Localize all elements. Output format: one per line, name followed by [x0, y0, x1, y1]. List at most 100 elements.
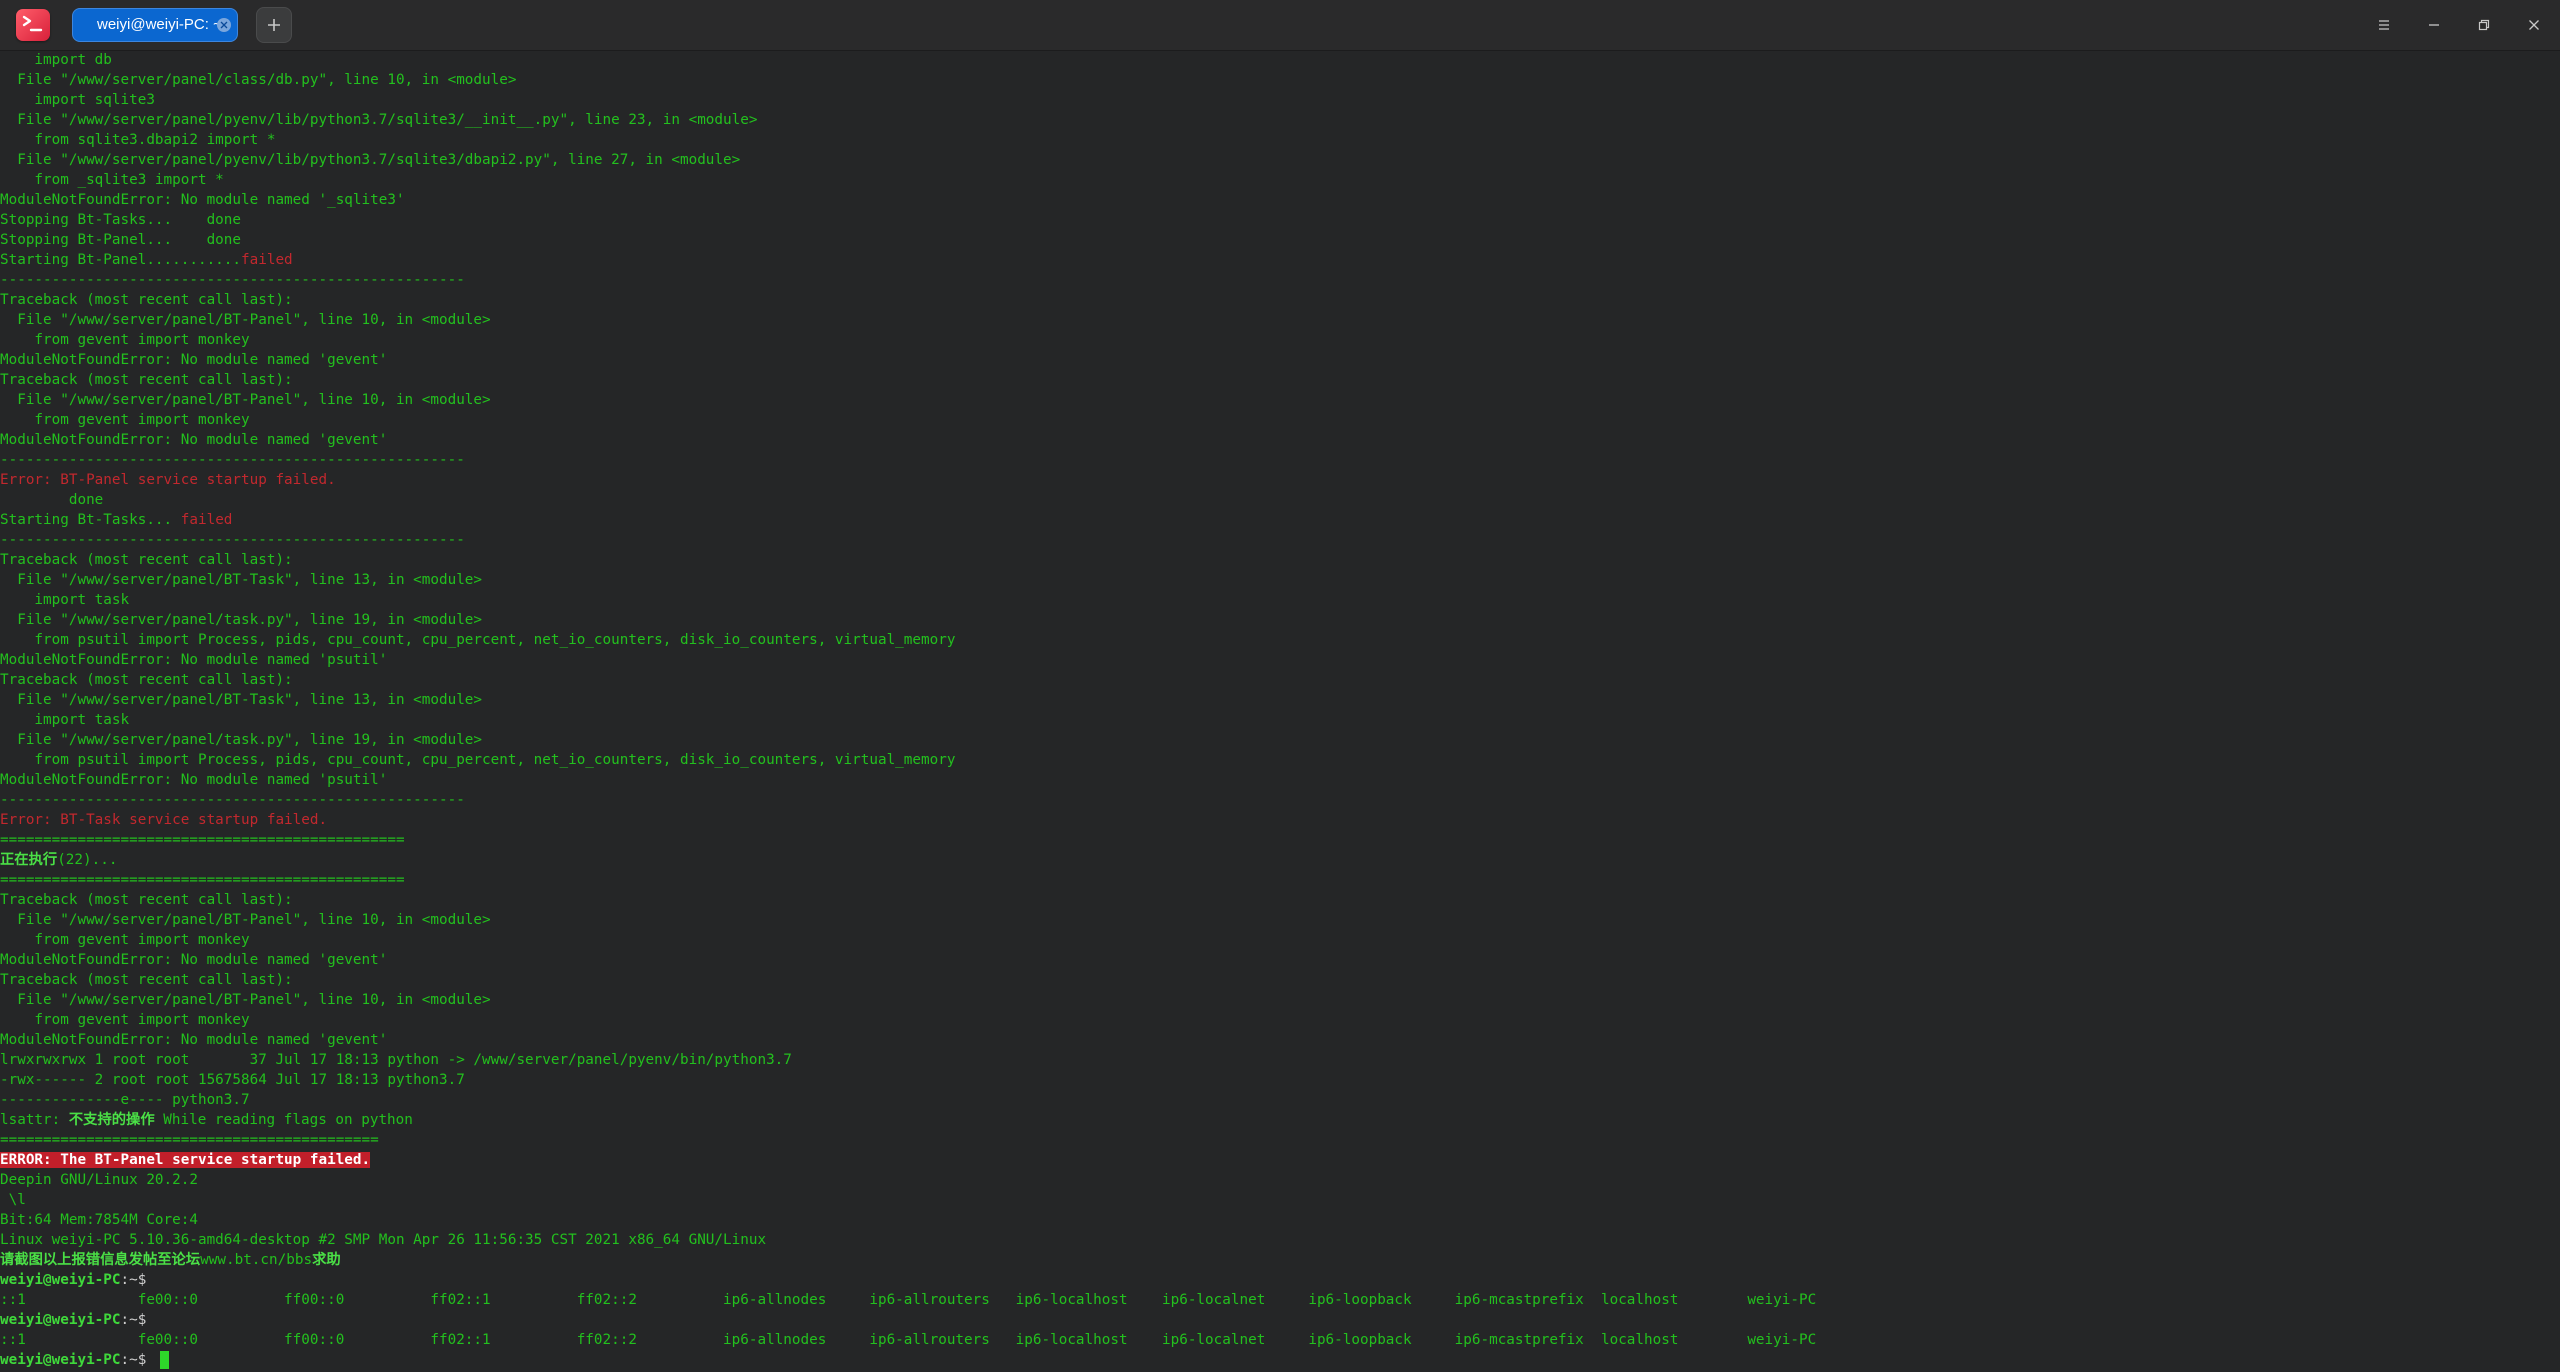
tab-title: weiyi@weiyi-PC: ~ [97, 16, 222, 33]
terminal-text: Stopping Bt-Panel... done [0, 232, 242, 248]
terminal-line: import task [0, 590, 129, 610]
terminal-text: www.bt.cn/bbs [200, 1252, 313, 1268]
terminal-line: ========================================… [0, 870, 405, 890]
terminal-text: File "/www/server/panel/BT-Panel", line … [0, 312, 491, 328]
terminal-line: File "/www/server/panel/BT-Panel", line … [0, 990, 491, 1010]
terminal-line: Bit:64 Mem:7854M Core:4 [0, 1210, 198, 1230]
terminal-text: ModuleNotFoundError: No module named 'ge… [0, 952, 388, 968]
terminal-line: Traceback (most recent call last): [0, 890, 293, 910]
terminal-text: \l [0, 1192, 26, 1208]
terminal-output[interactable]: import db File "/www/server/panel/class/… [0, 50, 2560, 1372]
terminal-line: 请截图以上报错信息发帖至论坛www.bt.cn/bbs求助 [0, 1250, 341, 1270]
terminal-text: failed [241, 252, 293, 268]
terminal-text: :~$ [120, 1352, 155, 1368]
terminal-line: ModuleNotFoundError: No module named 'ps… [0, 770, 387, 790]
terminal-text: File "/www/server/panel/BT-Task", line 1… [0, 572, 483, 588]
terminal-line: ========================================… [0, 1130, 379, 1150]
terminal-line: Starting Bt-Panel...........failed [0, 250, 293, 270]
terminal-line: ::1 fe00::0 ff00::0 ff02::1 ff02::2 ip6-… [0, 1290, 1816, 1310]
terminal-line: Traceback (most recent call last): [0, 670, 293, 690]
terminal-line: lrwxrwxrwx 1 root root 37 Jul 17 18:13 p… [0, 1050, 792, 1070]
terminal-text: Bit:64 Mem:7854M Core:4 [0, 1212, 198, 1228]
terminal-text: File "/www/server/panel/task.py", line 1… [0, 732, 483, 748]
terminal-text: Traceback (most recent call last): [0, 972, 293, 988]
menu-button[interactable] [2369, 10, 2399, 40]
terminal-line: ModuleNotFoundError: No module named 'ps… [0, 650, 387, 670]
terminal-line: from psutil import Process, pids, cpu_co… [0, 630, 955, 650]
terminal-cursor [160, 1351, 169, 1369]
terminal-text: ========================================… [0, 832, 405, 848]
terminal-line: File "/www/server/panel/pyenv/lib/python… [0, 110, 757, 130]
terminal-line: Linux weiyi-PC 5.10.36-amd64-desktop #2 … [0, 1230, 766, 1250]
close-icon[interactable] [217, 18, 231, 32]
terminal-line: ========================================… [0, 830, 405, 850]
terminal-text: File "/www/server/panel/pyenv/lib/python… [0, 112, 758, 128]
terminal-text: import task [0, 592, 130, 608]
tab-terminal-session[interactable]: weiyi@weiyi-PC: ~ [72, 8, 238, 42]
terminal-line: from sqlite3.dbapi2 import * [0, 130, 275, 150]
terminal-logo-icon[interactable] [16, 9, 50, 41]
terminal-line: \l [0, 1190, 26, 1210]
terminal-line: Traceback (most recent call last): [0, 550, 293, 570]
terminal-line: ModuleNotFoundError: No module named 'ge… [0, 430, 387, 450]
minimize-button[interactable] [2419, 10, 2449, 40]
terminal-line: Error: BT-Panel service startup failed. [0, 470, 336, 490]
terminal-text: -rwx------ 2 root root 15675864 Jul 17 1… [0, 1072, 465, 1088]
terminal-text: 正在执行 [0, 852, 58, 868]
terminal-line: Traceback (most recent call last): [0, 970, 293, 990]
terminal-text: Starting Bt-Panel........... [0, 252, 242, 268]
terminal-text: Traceback (most recent call last): [0, 892, 293, 908]
terminal-text: Deepin GNU/Linux 20.2.2 [0, 1172, 198, 1188]
terminal-line: File "/www/server/panel/task.py", line 1… [0, 730, 482, 750]
terminal-text: File "/www/server/panel/BT-Task", line 1… [0, 692, 483, 708]
terminal-text: from _sqlite3 import * [0, 172, 224, 188]
close-icon [2529, 20, 2539, 30]
terminal-text: File "/www/server/panel/class/db.py", li… [0, 72, 517, 88]
terminal-text: Stopping Bt-Tasks... done [0, 212, 242, 228]
terminal-line: File "/www/server/panel/task.py", line 1… [0, 610, 482, 630]
terminal-line: Stopping Bt-Panel... done [0, 230, 241, 250]
add-tab-button[interactable] [256, 7, 292, 43]
terminal-text: 求助 [312, 1252, 341, 1268]
terminal-line: weiyi@weiyi-PC:~$ [0, 1270, 146, 1290]
terminal-line: File "/www/server/panel/pyenv/lib/python… [0, 150, 740, 170]
terminal-text: Starting Bt-Tasks... [0, 512, 181, 528]
terminal-text: Linux weiyi-PC 5.10.36-amd64-desktop #2 … [0, 1232, 767, 1248]
terminal-line: ----------------------------------------… [0, 790, 465, 810]
terminal-line: ----------------------------------------… [0, 530, 465, 550]
terminal-text: ModuleNotFoundError: No module named 'ge… [0, 1032, 388, 1048]
terminal-text: ::1 fe00::0 ff00::0 ff02::1 ff02::2 ip6-… [0, 1292, 1817, 1308]
terminal-line: File "/www/server/panel/BT-Panel", line … [0, 910, 490, 930]
terminal-text: from psutil import Process, pids, cpu_co… [0, 752, 956, 768]
terminal-line: from _sqlite3 import * [0, 170, 224, 190]
terminal-text: ========================================… [0, 872, 405, 888]
maximize-button[interactable] [2469, 10, 2499, 40]
terminal-line: ModuleNotFoundError: No module named '_s… [0, 190, 405, 210]
terminal-text: ========================================… [0, 1132, 379, 1148]
terminal-text: lrwxrwxrwx 1 root root 37 Jul 17 18:13 p… [0, 1052, 792, 1068]
terminal-line: File "/www/server/panel/BT-Panel", line … [0, 310, 491, 330]
terminal-line: from gevent import monkey [0, 330, 249, 350]
minimize-icon [2429, 24, 2439, 26]
terminal-text: done [0, 492, 104, 508]
terminal-text: :~$ [120, 1272, 147, 1288]
terminal-text: weiyi@weiyi-PC [0, 1352, 121, 1368]
terminal-text: weiyi@weiyi-PC [0, 1272, 121, 1288]
terminal-line: 正在执行(22)... [0, 850, 117, 870]
terminal-text: from sqlite3.dbapi2 import * [0, 132, 276, 148]
terminal-text: weiyi@weiyi-PC [0, 1312, 121, 1328]
terminal-line: ----------------------------------------… [0, 270, 465, 290]
terminal-text: ModuleNotFoundError: No module named 'ps… [0, 652, 388, 668]
terminal-line: done [0, 490, 103, 510]
terminal-line: ModuleNotFoundError: No module named 'ge… [0, 1030, 387, 1050]
terminal-line: from gevent import monkey [0, 930, 249, 950]
terminal-text: from psutil import Process, pids, cpu_co… [0, 632, 956, 648]
terminal-line: --------------e---- python3.7 [0, 1090, 250, 1110]
terminal-line: Starting Bt-Tasks... failed [0, 510, 232, 530]
terminal-text: import db [0, 52, 112, 68]
menu-icon [2379, 20, 2389, 30]
terminal-text: lsattr: [0, 1112, 69, 1128]
terminal-line: File "/www/server/panel/BT-Task", line 1… [0, 690, 482, 710]
terminal-text: File "/www/server/panel/BT-Panel", line … [0, 992, 491, 1008]
close-window-button[interactable] [2519, 10, 2549, 40]
